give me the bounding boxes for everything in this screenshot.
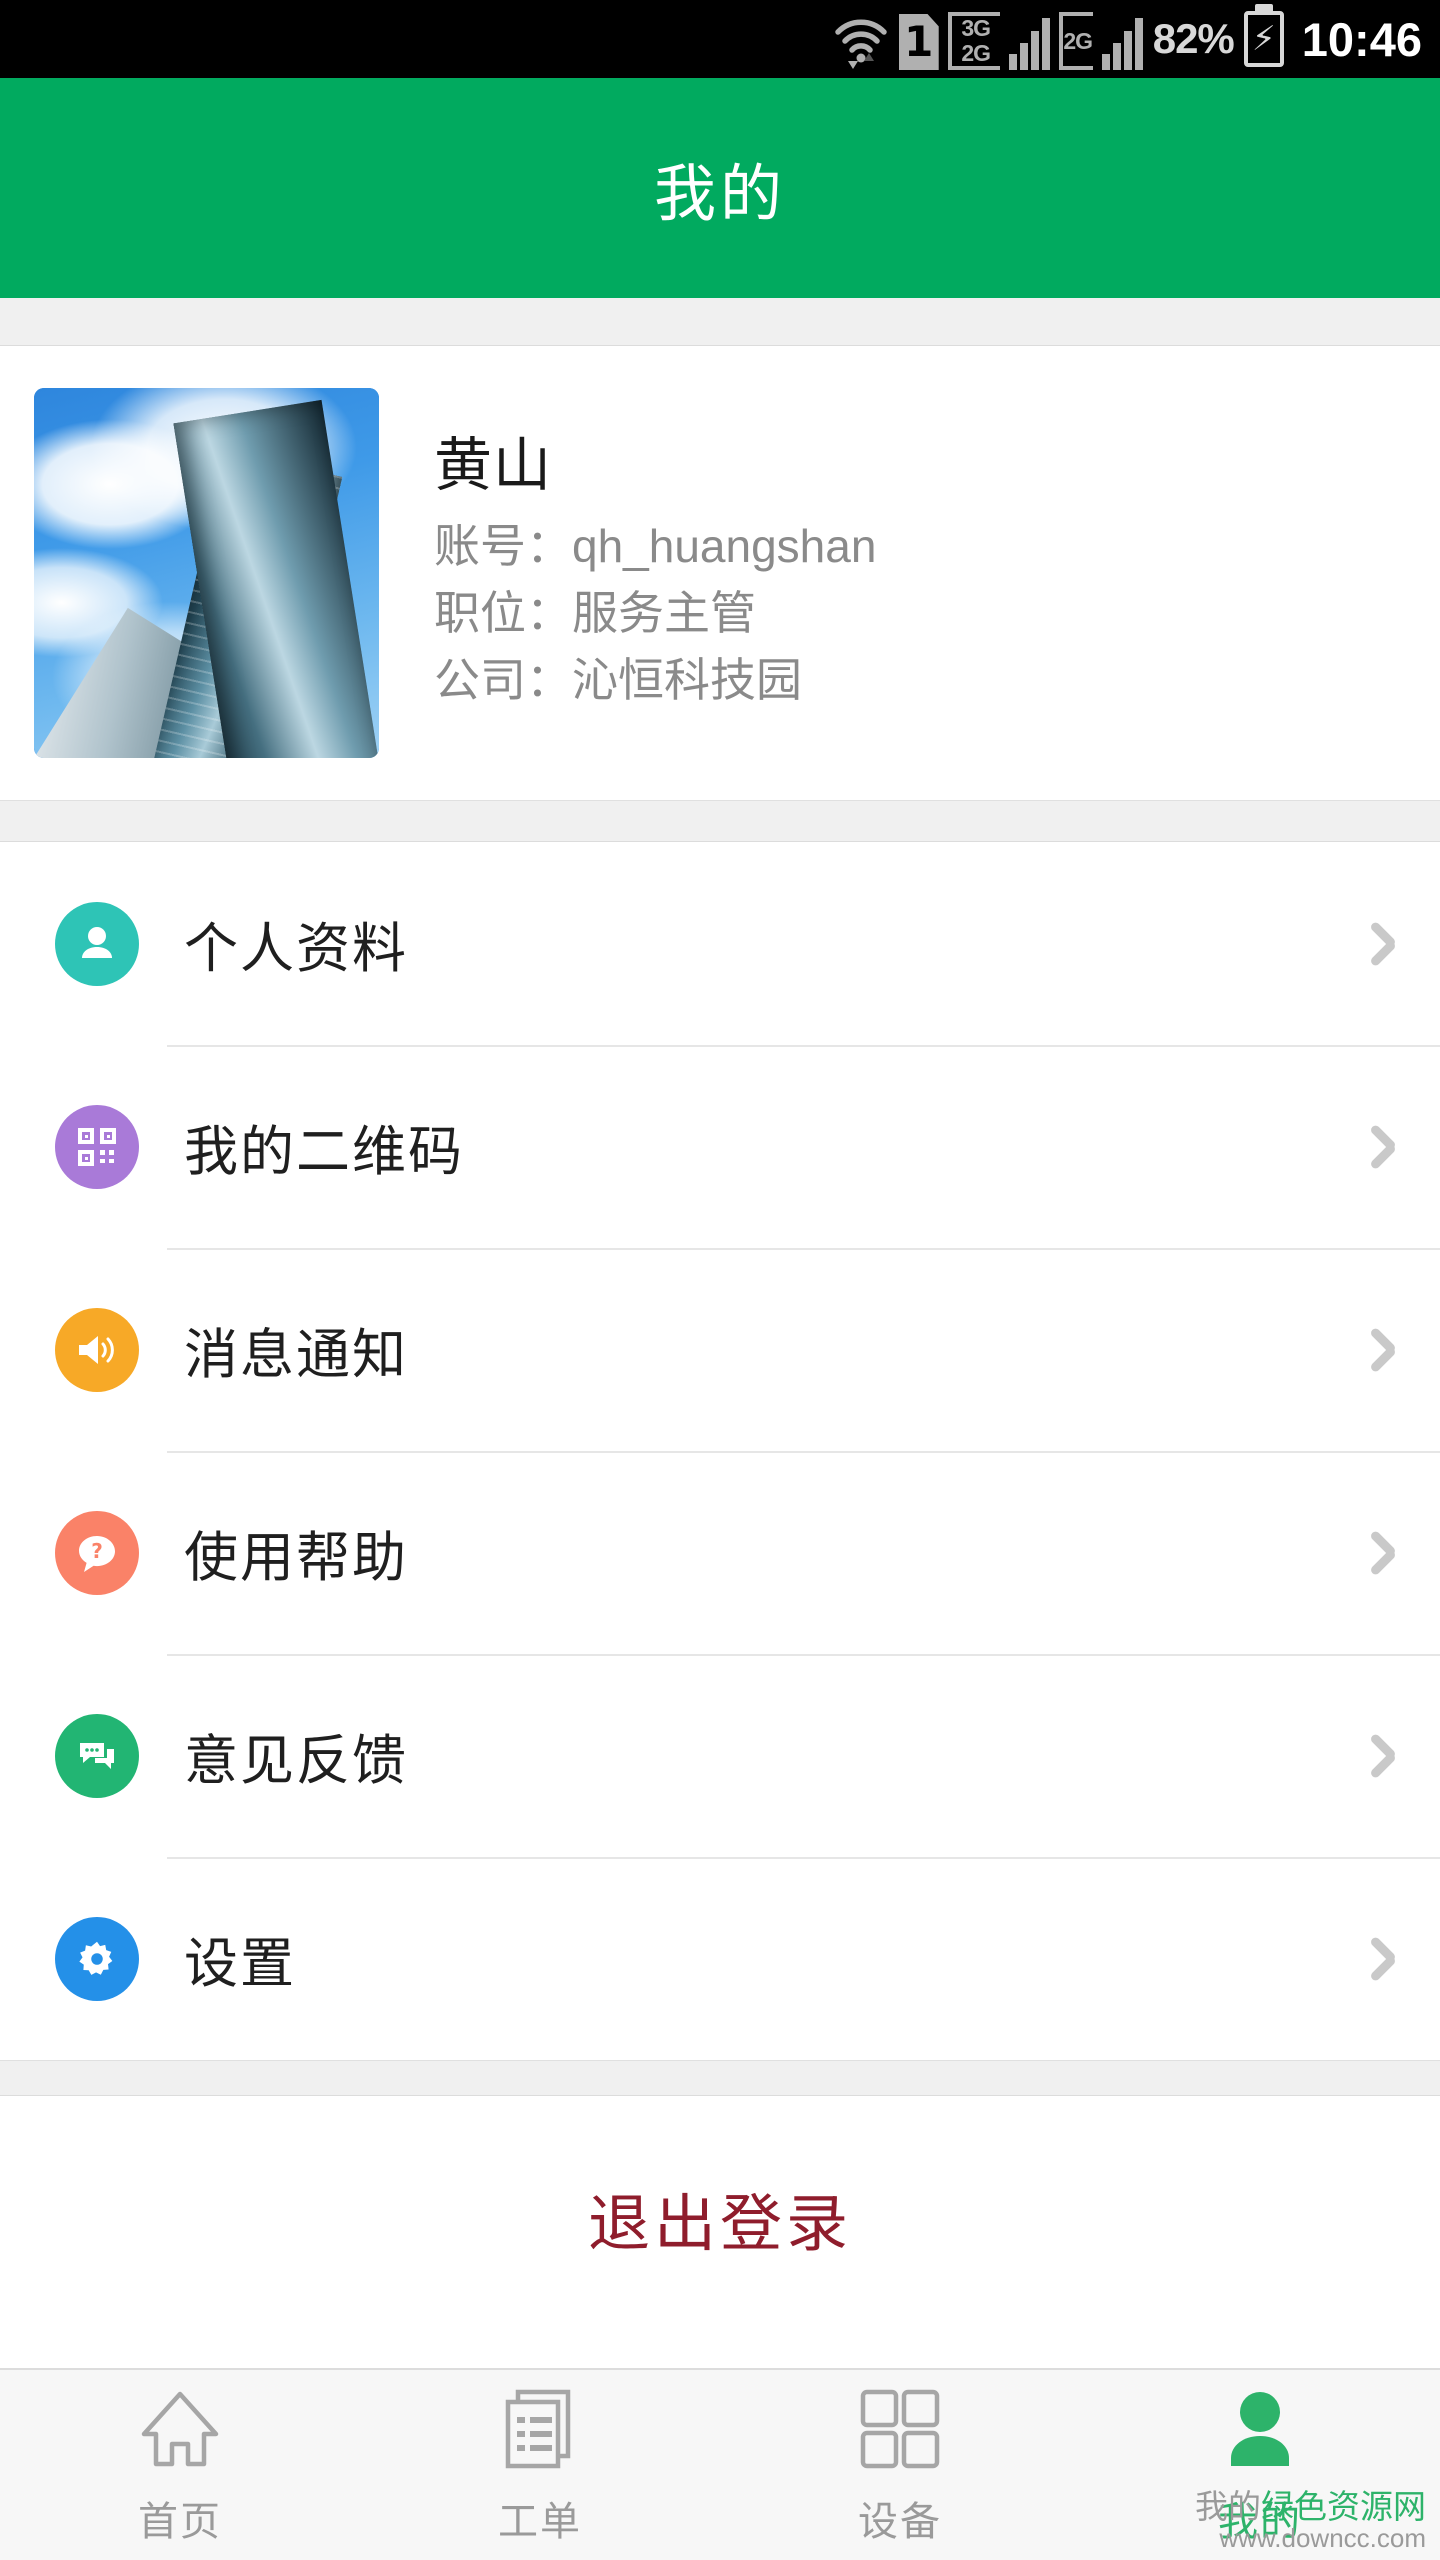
tab-label: 工单 [498, 2500, 582, 2544]
settings-menu-list: 个人资料 我的二维码 消息通知 ? 使用帮助 意见反馈 设置 [0, 842, 1440, 2060]
tab-label: 设备 [858, 2500, 942, 2544]
menu-item-label: 消息通知 [184, 1325, 408, 1385]
status-bar: 1 3G 2G 2G 82% ⚡ 10:46 [0, 0, 1440, 78]
section-gap-middle [0, 800, 1440, 842]
qrcode-icon [55, 1104, 139, 1189]
profile-info: 黄山 账号：qh_huangshan 职位：服务主管 公司：沁恒科技园 [434, 433, 876, 714]
menu-item-qrcode[interactable]: 我的二维码 [0, 1045, 1440, 1248]
menu-item-profile[interactable]: 个人资料 [0, 842, 1440, 1045]
person-icon [55, 901, 139, 986]
network-3g-2g-icon: 3G 2G [947, 12, 1000, 70]
tab-mine[interactable]: 我的 [1080, 2370, 1440, 2560]
profile-account-value: qh_huangshan [572, 520, 877, 573]
menu-item-label: 意见反馈 [184, 1731, 408, 1791]
tab-devices[interactable]: 设备 [720, 2370, 1080, 2560]
tab-home[interactable]: 首页 [0, 2370, 360, 2560]
menu-item-notifications[interactable]: 消息通知 [0, 1248, 1440, 1451]
user-icon [1219, 2383, 1301, 2475]
section-gap-top [0, 298, 1440, 346]
menu-item-feedback[interactable]: 意见反馈 [0, 1654, 1440, 1857]
chevron-right-icon [1364, 1119, 1398, 1175]
profile-position-label: 职位： [434, 587, 572, 639]
network-2g-secondary-icon: 2G [1058, 12, 1093, 70]
tab-label: 我的 [1218, 2500, 1302, 2544]
sim-card-1-icon: 1 [898, 14, 939, 70]
chevron-right-icon [1364, 916, 1398, 972]
chevron-right-icon [1364, 1525, 1398, 1581]
profile-company-row: 公司：沁恒科技园 [434, 647, 876, 714]
network-2g-secondary-label: 2G [1063, 27, 1093, 54]
menu-item-settings[interactable]: 设置 [0, 1857, 1440, 2060]
speaker-icon [55, 1307, 139, 1392]
logout-button[interactable]: 退出登录 [588, 2173, 852, 2263]
profile-account-row: 账号：qh_huangshan [434, 513, 876, 580]
app-header: 我的 [0, 78, 1440, 298]
status-icons: 1 3G 2G 2G [832, 8, 1143, 70]
gear-icon [55, 1916, 139, 2001]
section-gap-bottom [0, 2060, 1440, 2096]
profile-account-label: 账号： [434, 520, 572, 573]
logout-section: 退出登录 [0, 2096, 1440, 2340]
content-scroll[interactable]: 黄山 账号：qh_huangshan 职位：服务主管 公司：沁恒科技园 个人资料… [0, 298, 1440, 2368]
signal-bars-2-icon [1101, 14, 1143, 70]
chat-icon [55, 1713, 139, 1798]
network-2g-label: 2G [961, 40, 991, 66]
content-filler [0, 2340, 1440, 2368]
battery-percent: 82% [1152, 15, 1235, 62]
menu-item-label: 我的二维码 [184, 1122, 464, 1182]
home-icon [136, 2383, 224, 2475]
page-title: 我的 [653, 160, 786, 229]
grid-icon [857, 2383, 943, 2475]
status-clock: 10:46 [1301, 12, 1422, 66]
document-icon [498, 2383, 582, 2475]
question-icon: ? [55, 1510, 139, 1595]
profile-position-value: 服务主管 [572, 587, 756, 639]
wifi-data-transfer-icon [832, 12, 890, 70]
tab-label: 首页 [138, 2500, 222, 2544]
sim-number: 1 [904, 17, 934, 66]
tab-workorder[interactable]: 工单 [360, 2370, 720, 2560]
menu-item-help[interactable]: ? 使用帮助 [0, 1451, 1440, 1654]
signal-bars-1-icon [1008, 14, 1050, 70]
profile-company-value: 沁恒科技园 [572, 653, 802, 706]
chevron-right-icon [1364, 1728, 1398, 1784]
svg-text:?: ? [91, 1539, 103, 1563]
battery-charging-icon: ⚡ [1243, 11, 1284, 67]
bottom-navigation: 首页 工单 设备 我的 我的绿色资源网 www.downcc.com [0, 2368, 1440, 2560]
avatar[interactable] [34, 388, 379, 758]
chevron-right-icon [1364, 1931, 1398, 1987]
profile-company-label: 公司： [434, 653, 572, 706]
network-3g-label: 3G [961, 15, 991, 41]
profile-card[interactable]: 黄山 账号：qh_huangshan 职位：服务主管 公司：沁恒科技园 [0, 346, 1440, 800]
profile-position-row: 职位：服务主管 [434, 580, 876, 647]
menu-item-label: 个人资料 [184, 919, 408, 979]
chevron-right-icon [1364, 1322, 1398, 1378]
profile-name: 黄山 [434, 432, 553, 498]
app-root: 1 3G 2G 2G 82% ⚡ 10:46 我的 黄山 账号：qh_huang… [0, 0, 1440, 2560]
menu-item-label: 使用帮助 [184, 1528, 408, 1588]
menu-item-label: 设置 [184, 1934, 296, 1994]
